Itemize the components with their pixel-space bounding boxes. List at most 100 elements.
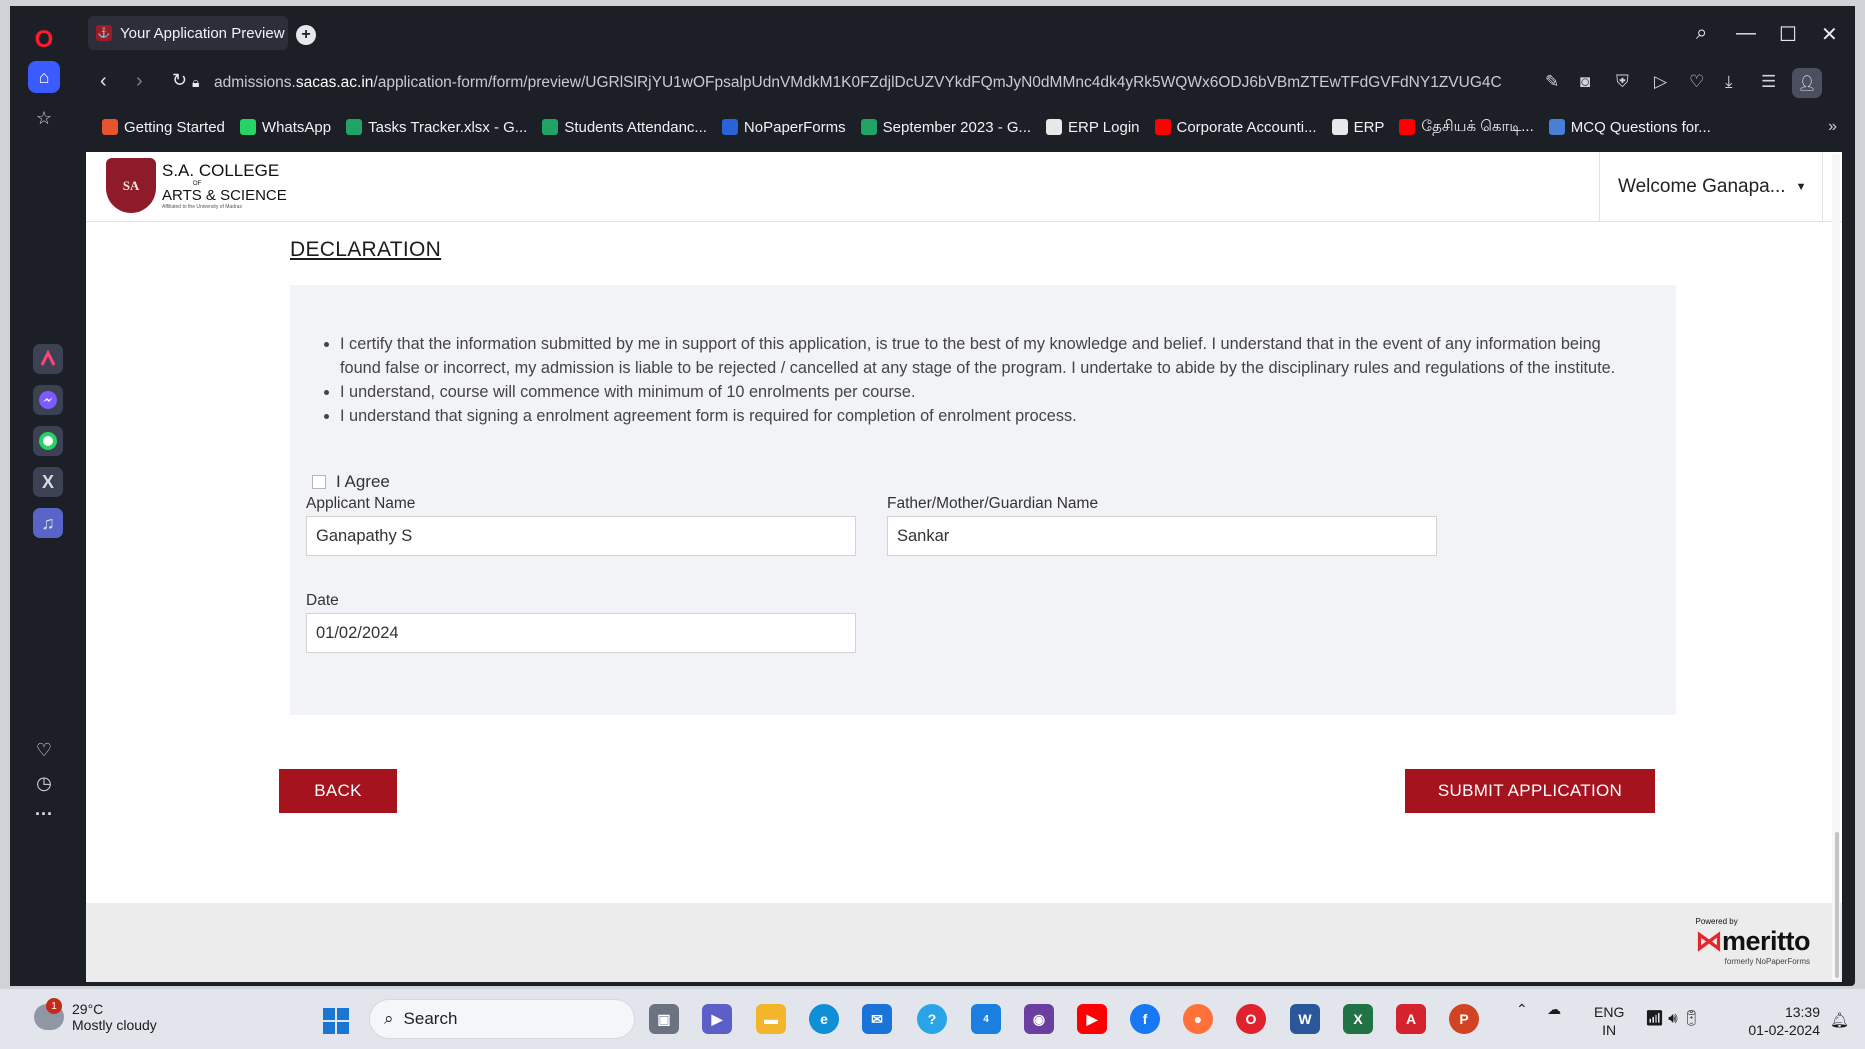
task-view-icon[interactable]: ▣	[649, 1004, 679, 1034]
dev-tools-icon[interactable]: 4	[971, 1004, 1001, 1034]
guardian-name-label: Father/Mother/Guardian Name	[887, 495, 1099, 512]
reload-icon[interactable]: ↻	[172, 70, 187, 91]
new-tab-button[interactable]: +	[296, 25, 316, 45]
music-player-icon[interactable]: ♫	[33, 508, 63, 538]
list-item: I certify that the information submitted…	[340, 332, 1640, 380]
heart-icon[interactable]: ♡	[28, 734, 60, 766]
tab-application-preview[interactable]: ⚓ Your Application Preview	[88, 16, 288, 50]
bookmark-label: NoPaperForms	[743, 118, 846, 136]
bookmark-item[interactable]: Tasks Tracker.xlsx - G...	[346, 119, 527, 136]
game-icon[interactable]: ◉	[1024, 1004, 1054, 1034]
system-clock[interactable]: 13:39 01-02-2024	[1740, 1003, 1820, 1039]
youtube-icon[interactable]: ▶	[1077, 1004, 1107, 1034]
wifi-volume-battery-icon[interactable]: 📶︎ 🔊︎ 🔋︎	[1645, 1009, 1701, 1027]
word-icon[interactable]: W	[1290, 1004, 1320, 1034]
minimize-icon[interactable]: —	[1736, 22, 1756, 45]
heart-outline-icon[interactable]: ♡	[1689, 72, 1704, 92]
bookmark-item[interactable]: MCQ Questions for...	[1548, 119, 1711, 136]
date-label: Date	[306, 592, 339, 609]
profile-icon[interactable]: 👤︎	[1792, 68, 1822, 98]
windows-start-icon[interactable]	[323, 1008, 349, 1034]
guardian-name-field[interactable]: Sankar	[887, 516, 1437, 556]
bookmark-label: தேசியக் கொடி...	[1421, 117, 1534, 135]
easy-setup-icon[interactable]: ☰	[1761, 72, 1776, 92]
notification-badge: 1	[46, 998, 62, 1014]
bookmark-favicon-icon	[1548, 119, 1565, 135]
agree-checkbox-row[interactable]: I Agree	[312, 472, 390, 492]
bookmark-item[interactable]: September 2023 - G...	[860, 119, 1031, 136]
weather-widget[interactable]: 1 29°C Mostly cloudy	[34, 998, 157, 1033]
edit-icon[interactable]: ✎	[1545, 72, 1559, 92]
date-field[interactable]: 01/02/2024	[306, 613, 856, 653]
lang-top: ENG	[1594, 1004, 1625, 1020]
camera-icon[interactable]: ◙	[1580, 72, 1590, 92]
list-item: I understand that signing a enrolment ag…	[340, 404, 1640, 428]
forward-icon[interactable]: ›	[136, 70, 143, 93]
bookmark-item[interactable]: WhatsApp	[239, 118, 332, 136]
help-icon[interactable]: ?	[917, 1004, 947, 1034]
close-icon[interactable]: ✕	[1821, 22, 1838, 47]
excel-icon[interactable]: X	[1343, 1004, 1373, 1034]
bookmark-label: ERP Login	[1068, 118, 1140, 136]
mail-icon[interactable]: ✉	[862, 1004, 892, 1034]
teams-icon[interactable]: ▶	[702, 1004, 732, 1034]
whatsapp-icon[interactable]	[33, 426, 63, 456]
bookmark-item[interactable]: ERP Login	[1046, 118, 1140, 136]
logo-title: S.A. COLLEGE	[162, 161, 280, 180]
home-icon[interactable]: ⌂	[28, 61, 60, 93]
agree-checkbox[interactable]	[312, 475, 326, 489]
maximize-icon[interactable]: ☐	[1779, 22, 1797, 47]
bookmark-item[interactable]: தேசியக் கொடி...	[1399, 117, 1534, 137]
bookmark-label: Corporate Accounti...	[1176, 118, 1317, 136]
logo-badge-text: SA	[122, 177, 140, 193]
search-tabs-icon[interactable]: ⌕	[1696, 22, 1707, 45]
bookmark-item[interactable]: Getting Started	[102, 119, 225, 136]
lock-icon[interactable]: 🔒︎	[192, 74, 199, 91]
back-icon[interactable]: ‹	[100, 70, 107, 93]
firefox-icon[interactable]: ●	[1183, 1004, 1213, 1034]
acrobat-icon[interactable]: A	[1396, 1004, 1426, 1034]
back-button[interactable]: BACK	[279, 769, 397, 813]
opera-logo-icon[interactable]: O	[28, 24, 60, 56]
declaration-list: I certify that the information submitted…	[340, 332, 1640, 428]
meritto-logo[interactable]: Powered by ⋈meritto formerly NoPaperForm…	[1695, 917, 1810, 966]
logo-subtitle: ARTS & SCIENCE	[162, 187, 287, 204]
applicant-name-field[interactable]: Ganapathy S	[306, 516, 856, 556]
powerpoint-icon[interactable]: P	[1449, 1004, 1479, 1034]
bookmark-label: Tasks Tracker.xlsx - G...	[368, 118, 528, 136]
bookmark-item[interactable]: NoPaperForms	[721, 118, 846, 136]
lang-bottom: IN	[1602, 1022, 1617, 1038]
more-dots-icon[interactable]: ···	[28, 798, 60, 830]
system-tray[interactable]: ⌃ ☁	[1516, 1001, 1561, 1018]
opera-taskbar-icon[interactable]: O	[1236, 1004, 1266, 1034]
shield-icon[interactable]: ⛨	[1616, 72, 1629, 92]
language-indicator[interactable]: ENG IN	[1594, 1003, 1624, 1039]
bookmark-star-icon[interactable]: ☆	[28, 102, 60, 134]
aria-icon[interactable]	[33, 344, 63, 374]
bookmark-favicon-icon	[542, 119, 559, 135]
submit-application-button[interactable]: SUBMIT APPLICATION	[1405, 769, 1655, 813]
url-prefix: admissions.	[214, 74, 296, 91]
bookmark-item[interactable]: ERP	[1331, 119, 1384, 136]
bookmark-item[interactable]: Corporate Accounti...	[1154, 118, 1317, 136]
bookmark-label: WhatsApp	[261, 118, 332, 136]
page-footer: Powered by ⋈meritto formerly NoPaperForm…	[86, 903, 1842, 982]
notification-bell-icon[interactable]: 🔔︎	[1830, 1011, 1849, 1029]
facebook-icon[interactable]: f	[1130, 1004, 1160, 1034]
college-logo[interactable]: SA S.A. COLLEGE OF ARTS & SCIENCE Affili…	[106, 158, 287, 213]
x-twitter-icon[interactable]: X	[33, 467, 63, 497]
download-icon[interactable]: ⤓	[1725, 72, 1733, 92]
url-field[interactable]: admissions.sacas.ac.in/application-form/…	[214, 74, 1604, 92]
bookmark-favicon-icon	[346, 119, 363, 135]
double-chevron-right-icon[interactable]: »	[1828, 118, 1837, 136]
messenger-icon[interactable]	[33, 385, 63, 415]
taskbar-search[interactable]: ⌕ Search	[369, 999, 635, 1039]
file-explorer-icon[interactable]: ▬	[756, 1004, 786, 1034]
user-menu-dropdown[interactable]: Welcome Ganapa... ▼	[1599, 152, 1823, 222]
edge-icon[interactable]: e	[809, 1004, 839, 1034]
bookmark-item[interactable]: Students Attendanc...	[542, 119, 707, 136]
send-icon[interactable]: ▷	[1654, 72, 1667, 92]
address-bar: ‹ › ↻ 🔒︎ admissions.sacas.ac.in/applicat…	[86, 62, 1855, 104]
history-clock-icon[interactable]: ◷	[28, 767, 60, 799]
scrollbar-thumb[interactable]	[1835, 832, 1839, 978]
